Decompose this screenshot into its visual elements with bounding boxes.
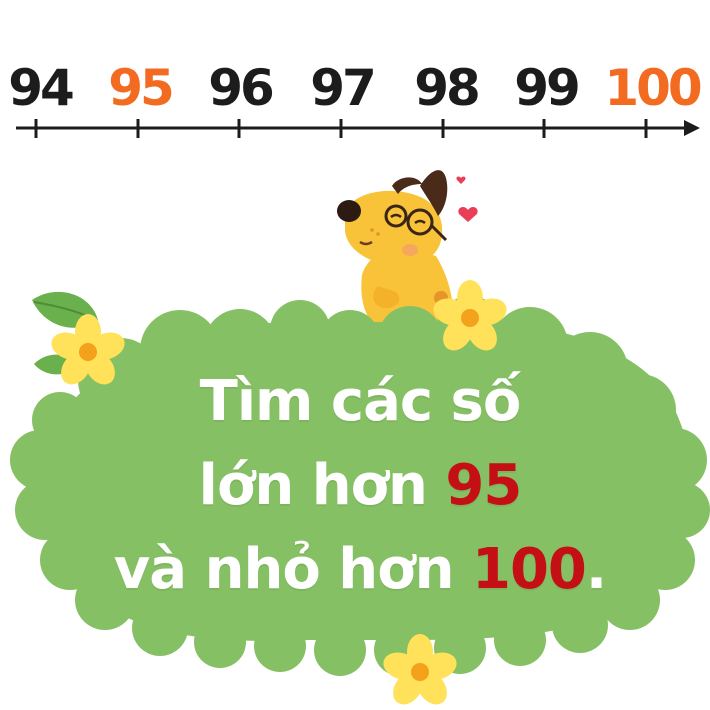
question-line-3-text: và nhỏ hơn [113, 537, 455, 602]
question-period: . [585, 537, 607, 602]
question-line-2: lớn hơn 95 [40, 444, 680, 528]
highlight-number-100: 100 [472, 537, 587, 602]
question-text: Tìm các số lớn hơn 95 và nhỏ hơn 100. [40, 360, 680, 612]
page: 94 95 96 97 98 99 100 Tìm các số lớn hơn… [0, 0, 710, 710]
question-line-2-text: lớn hơn [198, 453, 428, 518]
heart-icon [458, 207, 478, 222]
question-line-1: Tìm các số [199, 369, 522, 434]
question-line-3: và nhỏ hơn 100. [40, 528, 680, 612]
highlight-number-95: 95 [445, 453, 522, 518]
heart-icon [456, 176, 466, 184]
